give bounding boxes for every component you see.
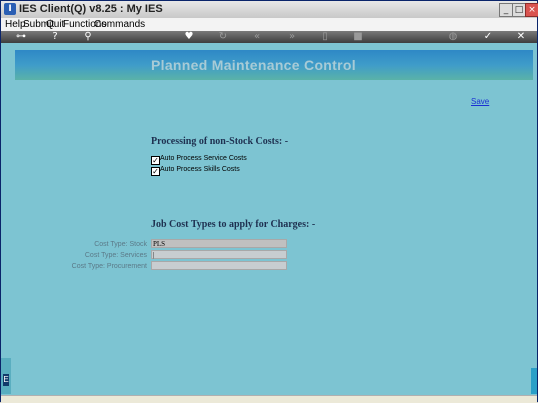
cost-type-stock-input[interactable]: PLS	[151, 239, 287, 248]
cost-type-services-label: Cost Type: Services	[84, 252, 147, 259]
stop-icon[interactable]: ■	[352, 31, 364, 43]
close-icon[interactable]: ✕	[515, 31, 527, 43]
scroll-indicator[interactable]	[531, 368, 537, 394]
check-icon[interactable]: ✓	[482, 31, 494, 43]
menu-commands[interactable]: Commands	[94, 18, 145, 31]
skills-costs-label: Auto Process Skills Costs	[160, 166, 240, 173]
job-cost-heading: Job Cost Types to apply for Charges: -	[151, 219, 316, 230]
maximize-button[interactable]: □	[512, 3, 526, 17]
document-icon[interactable]: ▯	[319, 31, 331, 43]
search-icon[interactable]: ⚲	[82, 31, 94, 43]
menu-quit[interactable]: Quit	[46, 18, 64, 31]
cost-type-services-input[interactable]: |	[151, 250, 287, 259]
close-button[interactable]: ×	[525, 3, 538, 17]
side-panel-tab[interactable]: E	[1, 358, 11, 394]
service-costs-checkbox[interactable]: ✓	[151, 156, 160, 165]
refresh-icon[interactable]: ↻	[217, 31, 229, 43]
cost-type-procurement-input[interactable]	[151, 261, 287, 270]
menu-bar: Help Submit Quit Functions Commands	[1, 18, 537, 32]
heart-icon[interactable]: ♥	[183, 31, 195, 43]
page-title: Planned Maintenance Control	[151, 57, 356, 73]
service-costs-label: Auto Process Service Costs	[160, 155, 247, 162]
main-content: Planned Maintenance Control Save Process…	[1, 43, 537, 395]
window-title: IES Client(Q) v8.25 : My IES	[19, 3, 163, 15]
side-tab-icon: E	[3, 374, 9, 386]
rewind-icon[interactable]: «	[251, 31, 263, 43]
minimize-button[interactable]: _	[499, 3, 513, 17]
app-icon: I	[4, 3, 16, 15]
processing-heading: Processing of non-Stock Costs: -	[151, 136, 289, 147]
page-header: Planned Maintenance Control	[15, 50, 533, 80]
key-icon[interactable]: ⊶	[11, 31, 31, 43]
app-window: I IES Client(Q) v8.25 : My IES _ □ × Hel…	[0, 0, 538, 403]
help-icon[interactable]: ?	[49, 31, 61, 43]
globe-icon[interactable]: ◍	[447, 31, 459, 43]
fast-forward-icon[interactable]: »	[286, 31, 298, 43]
cost-type-procurement-label: Cost Type: Procurement	[71, 263, 147, 270]
toolbar: ⊶ ? ⚲ ♥ ↻ « » ▯ ■ ◍ ✓ ✕	[1, 31, 537, 43]
cost-type-stock-label: Cost Type: Stock	[94, 241, 147, 248]
skills-costs-checkbox[interactable]: ✓	[151, 167, 160, 176]
save-link[interactable]: Save	[471, 97, 489, 106]
title-bar[interactable]: I IES Client(Q) v8.25 : My IES _ □ ×	[1, 1, 538, 19]
